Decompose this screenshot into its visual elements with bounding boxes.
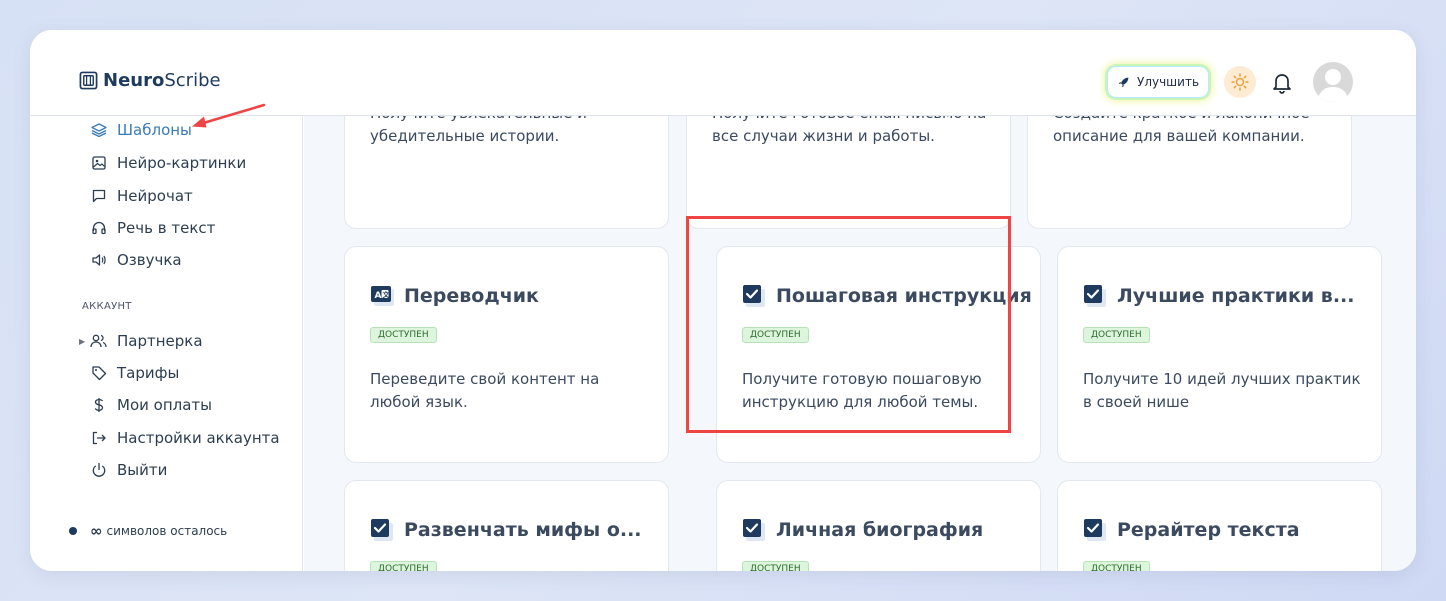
user-silhouette-icon xyxy=(1317,69,1349,102)
sidebar-item-speech-to-text[interactable]: Речь в текст xyxy=(90,218,215,238)
card-title: Личная биография xyxy=(742,517,983,543)
sidebar-item-neuro-images[interactable]: Нейро-картинки xyxy=(90,153,246,173)
card-description-partial: Получите готовое email письмо на xyxy=(712,116,992,125)
sidebar-item-label: Настройки аккаунта xyxy=(117,429,280,447)
card-title: Лучшие практики в... xyxy=(1083,283,1354,309)
sidebar: Шаблоны Нейро-картинки Нейрочат Речь в т… xyxy=(30,116,303,571)
dollar-icon xyxy=(90,397,107,414)
sidebar-item-label: Озвучка xyxy=(117,251,182,269)
caret-right-icon[interactable]: ▶ xyxy=(79,337,85,346)
sidebar-item-label: Мои оплаты xyxy=(117,396,212,414)
sidebar-item-templates[interactable]: Шаблоны xyxy=(90,120,192,140)
chars-label: символов осталось xyxy=(106,524,228,538)
svg-text:文: 文 xyxy=(383,290,391,299)
card-description: описание для вашей компании. xyxy=(1053,127,1305,145)
template-card[interactable]: Получите готовое email письмо на все слу… xyxy=(686,116,1011,229)
card-description: Переведите свой контент на любой язык. xyxy=(370,370,600,411)
sun-icon xyxy=(1231,73,1249,91)
card-description: убедительные истории. xyxy=(370,127,560,145)
chars-remaining: ∞ символов осталось xyxy=(69,522,227,540)
template-card-biography[interactable]: Личная биография ДОСТУПЕН xyxy=(716,480,1041,571)
card-title-text: Лучшие практики в... xyxy=(1117,285,1355,307)
layers-icon xyxy=(90,122,107,139)
headphones-icon xyxy=(90,220,107,237)
checkbox-icon xyxy=(743,519,765,541)
card-title-text: Рерайтер текста xyxy=(1117,519,1300,541)
status-badge: ДОСТУПЕН xyxy=(742,561,809,571)
logo-text-light: Scribe xyxy=(164,70,221,91)
status-badge: ДОСТУПЕН xyxy=(370,561,437,571)
status-badge: ДОСТУПЕН xyxy=(370,327,437,343)
user-avatar[interactable] xyxy=(1313,62,1353,102)
sidebar-item-neurochat[interactable]: Нейрочат xyxy=(90,186,193,206)
speaker-icon xyxy=(90,252,107,269)
card-title-text: Развенчать мифы о... xyxy=(404,519,642,541)
sidebar-item-label: Тарифы xyxy=(117,364,180,382)
template-card[interactable]: Получите увлекательные и убедительные ис… xyxy=(344,116,669,229)
card-title: Развенчать мифы о... xyxy=(370,517,642,543)
checkbox-icon xyxy=(1084,519,1106,541)
sidebar-item-label: Шаблоны xyxy=(117,121,192,139)
chars-count: ∞ xyxy=(90,522,103,540)
sidebar-item-voiceover[interactable]: Озвучка xyxy=(90,250,182,270)
rocket-icon xyxy=(1118,77,1129,87)
checkbox-icon xyxy=(743,285,765,307)
account-section-label: АККАУНТ xyxy=(82,301,132,312)
card-title-text: Личная биография xyxy=(776,519,984,541)
annotation-arrow-icon xyxy=(192,103,266,128)
card-title: Пошаговая инструкция xyxy=(742,283,1032,309)
sidebar-item-logout[interactable]: Выйти xyxy=(90,460,167,480)
card-title-text: Пошаговая инструкция xyxy=(776,285,1032,307)
card-title-text: Переводчик xyxy=(404,285,539,307)
status-badge: ДОСТУПЕН xyxy=(742,327,809,343)
checkbox-icon xyxy=(371,519,393,541)
sidebar-item-label: Выйти xyxy=(117,461,168,479)
sidebar-item-label: Речь в текст xyxy=(117,219,216,237)
sidebar-item-partner[interactable]: Партнерка xyxy=(90,331,203,351)
sidebar-item-account-settings[interactable]: Настройки аккаунта xyxy=(90,428,280,448)
card-title: A 文 Переводчик xyxy=(370,283,539,309)
sidebar-item-tariffs[interactable]: Тарифы xyxy=(90,363,179,383)
card-description-partial: Создайте краткое и лаконичное xyxy=(1053,116,1333,125)
image-icon xyxy=(90,155,107,172)
sidebar-item-payments[interactable]: Мои оплаты xyxy=(90,395,212,415)
status-badge: ДОСТУПЕН xyxy=(1083,561,1150,571)
sidebar-item-label: Нейро-картинки xyxy=(117,154,247,172)
theme-toggle-button[interactable] xyxy=(1224,66,1256,98)
card-description: все случаи жизни и работы. xyxy=(712,127,935,145)
card-description: Получите 10 идей лучших практик в своей … xyxy=(1083,370,1361,411)
power-icon xyxy=(90,462,107,479)
logo-icon xyxy=(79,71,98,90)
sidebar-item-label: Партнерка xyxy=(117,332,203,350)
bell-icon[interactable] xyxy=(1272,72,1292,94)
card-description-partial: Получите увлекательные и xyxy=(370,116,650,125)
translate-icon: A 文 xyxy=(371,286,394,306)
template-card-rewriter[interactable]: Рерайтер текста ДОСТУПЕН xyxy=(1057,480,1382,571)
tag-icon xyxy=(90,365,107,382)
card-title: Рерайтер текста xyxy=(1083,517,1300,543)
template-card-step-by-step[interactable]: Пошаговая инструкция ДОСТУПЕН Получите г… xyxy=(716,246,1041,463)
template-card-translator[interactable]: A 文 Переводчик ДОСТУПЕН Переведите свой … xyxy=(344,246,669,463)
upgrade-button[interactable]: Улучшить xyxy=(1107,66,1209,98)
card-description: Получите готовую пошаговую инструкцию дл… xyxy=(742,370,982,411)
checkbox-icon xyxy=(1084,285,1106,307)
template-card-debunk-myths[interactable]: Развенчать мифы о... ДОСТУПЕН xyxy=(344,480,669,571)
svg-text:A: A xyxy=(375,291,382,301)
status-badge: ДОСТУПЕН xyxy=(1083,327,1150,343)
upgrade-label: Улучшить xyxy=(1137,75,1200,89)
templates-grid: Получите увлекательные и убедительные ис… xyxy=(304,116,1416,571)
chat-icon xyxy=(90,188,107,205)
users-icon xyxy=(90,333,107,350)
sidebar-item-label: Нейрочат xyxy=(117,187,193,205)
template-card[interactable]: Создайте краткое и лаконичное описание д… xyxy=(1027,116,1352,229)
logo-text-strong: Neuro xyxy=(103,70,165,91)
status-dot xyxy=(69,527,77,535)
app-logo[interactable]: Neuro Scribe xyxy=(79,70,221,91)
template-card-best-practices[interactable]: Лучшие практики в... ДОСТУПЕН Получите 1… xyxy=(1057,246,1382,463)
logout-arrow-icon xyxy=(90,430,107,447)
